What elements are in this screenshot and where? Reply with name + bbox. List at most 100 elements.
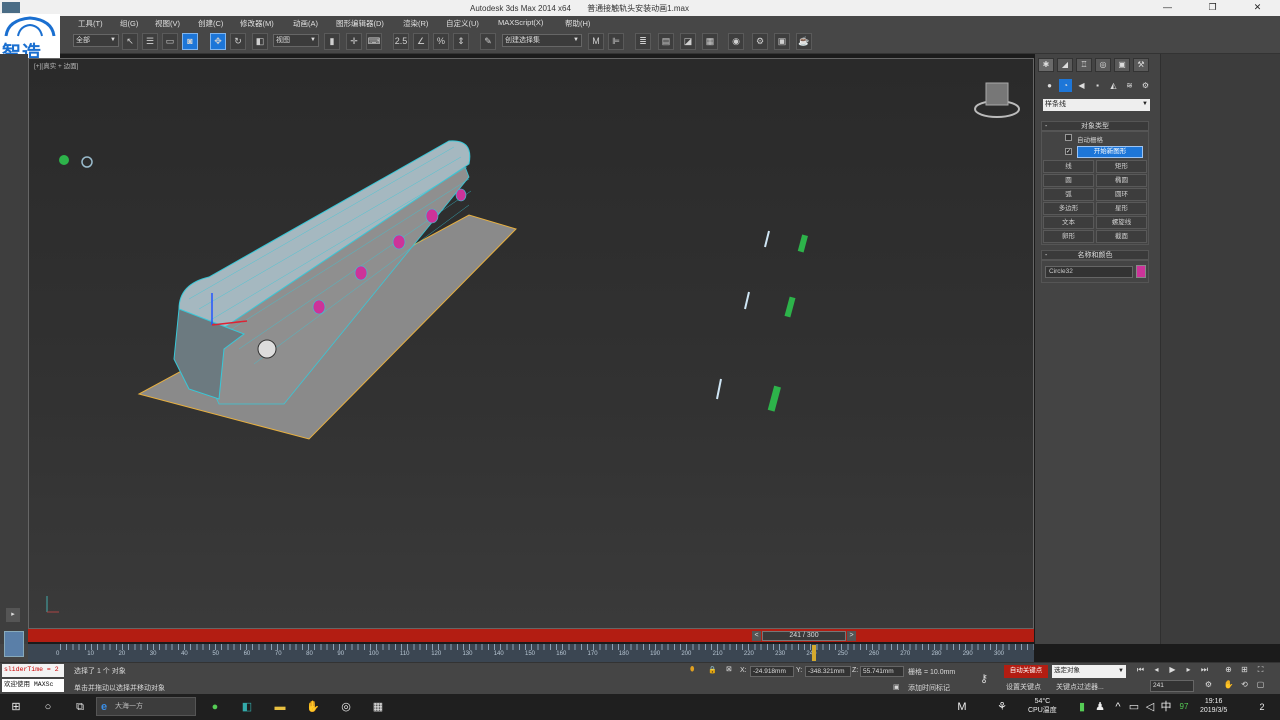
modify-tab-icon[interactable]: ◢ [1057,58,1073,72]
app-icon-red[interactable]: ✋ [303,698,323,716]
section-button[interactable]: 截面 [1096,230,1147,243]
circle-button[interactable]: 圆 [1043,174,1094,187]
bolt[interactable] [392,234,406,250]
start-new-shape-checkbox[interactable]: ✓ [1065,148,1072,155]
ellipse-button[interactable]: 椭圆 [1096,174,1147,187]
cameras-icon[interactable]: ▪ [1091,79,1104,92]
start-icon[interactable]: ⊞ [6,698,26,716]
star-button[interactable]: 星形 [1096,202,1147,215]
start-new-shape-button[interactable]: 开始新图形 [1077,146,1143,158]
manipulate-icon[interactable]: ✛ [346,33,362,50]
render-setup-icon[interactable]: ⚙ [752,33,768,50]
minimize-button[interactable]: — [1145,0,1190,16]
keyboard-shortcut-icon[interactable]: ⌨ [366,33,382,50]
file-explorer-icon[interactable]: ▬ [270,698,290,716]
bolt[interactable] [354,265,368,281]
text-button[interactable]: 文本 [1043,216,1094,229]
set-key-button[interactable]: 设置关键点 [1006,682,1041,692]
auto-grid-checkbox[interactable] [1065,134,1072,141]
maximize-viewport-icon[interactable]: ▢ [1254,679,1267,692]
maxscript-listener-line2[interactable]: 欢迎使用 MAXSc [2,679,64,692]
reference-coord-dropdown[interactable]: 视图 ▼ [273,34,319,47]
next-key-icon[interactable]: ▸ [1182,664,1195,677]
current-frame-field[interactable]: 241 [1150,680,1194,692]
video-app-icon[interactable]: ▦ [368,698,388,716]
user-icon[interactable]: ♟ [1090,698,1110,716]
y-coordinate-field[interactable]: -348.321mm [805,666,851,677]
zoom-extents-icon[interactable]: ⛶ [1254,664,1267,677]
app-icon[interactable] [2,2,20,13]
mirror-icon[interactable]: M [588,33,604,50]
tray-app-icon[interactable]: M [952,698,972,716]
z-coordinate-field[interactable]: 55.741mm [860,666,904,677]
add-time-tag[interactable]: 添加时间标记 [908,683,950,693]
next-frame-arrow-icon[interactable]: > [847,631,856,641]
bolt[interactable] [455,188,467,202]
prev-key-icon[interactable]: ◂ [1150,664,1163,677]
spinner-snap-icon[interactable]: ⇕ [453,33,469,50]
maxscript-listener-line1[interactable]: sliderTime = 2 [2,664,64,677]
current-frame-marker[interactable] [811,645,816,661]
pivot-center-icon[interactable]: ▮ [324,33,340,50]
absolute-mode-icon[interactable]: ⊠ [726,665,732,673]
menu-modifiers[interactable]: 修改器(M) [240,18,274,29]
play-icon[interactable]: ▶ [1166,664,1179,677]
lights-icon[interactable]: ◀ [1075,79,1088,92]
end-nut[interactable] [257,339,277,359]
zoom-all-icon[interactable]: ⊞ [1238,664,1251,677]
object-name-field[interactable]: Circle32 [1045,266,1133,278]
expand-arrow-icon[interactable]: ▸ [6,608,20,622]
taskbar-search-box[interactable]: e 大海一方 [96,697,196,716]
arc-button[interactable]: 弧 [1043,188,1094,201]
shapes-icon[interactable]: ◔ [1059,79,1072,92]
auto-key-button[interactable]: 自动关键点 [1004,665,1048,678]
window-crossing-icon[interactable]: ◙ [182,33,198,50]
camera-icon[interactable] [81,156,93,168]
create-tab-icon[interactable]: ✱ [1038,58,1054,72]
timeline-track[interactable]: 0 10 20 30 40 50 60 70 80 90 100 110 120 130 140 150 160… [28,644,1034,662]
snap-toggle-icon[interactable]: 2.5 [393,33,409,50]
angle-snap-icon[interactable]: ∠ [413,33,429,50]
select-object-icon[interactable]: ↖ [122,33,138,50]
line-button[interactable]: 线 [1043,160,1094,173]
time-config-icon[interactable]: ⚙ [1202,679,1215,692]
go-to-end-icon[interactable]: ⏭ [1198,664,1211,677]
donut-button[interactable]: 圆环 [1096,188,1147,201]
helix-button[interactable]: 螺旋线 [1096,216,1147,229]
time-tag-icon[interactable]: ▣ [893,683,900,691]
menu-help[interactable]: 帮助(H) [565,18,590,29]
edit-named-sets-icon[interactable]: ✎ [480,33,496,50]
render-teapot-icon[interactable]: ☕ [796,33,812,50]
ngon-button[interactable]: 多边形 [1043,202,1094,215]
helpers-icon[interactable]: ◭ [1107,79,1120,92]
graphite-ribbon-icon[interactable]: ▤ [658,33,674,50]
geometry-icon[interactable]: ● [1043,79,1056,92]
select-move-icon[interactable]: ✥ [210,33,226,50]
browser-icon[interactable]: ● [205,698,225,716]
spacewarps-icon[interactable]: ≋ [1123,79,1136,92]
mini-curve-editor-icon[interactable] [4,631,24,657]
object-type-rollout-header[interactable]: - 对象类型 [1041,121,1149,131]
prev-frame-arrow-icon[interactable]: < [752,631,761,641]
key-icon[interactable]: ⚷ [980,672,988,685]
menu-group[interactable]: 组(G) [120,18,138,29]
named-selection-dropdown[interactable]: 创建选择集 ▼ [502,34,582,47]
task-view-icon[interactable]: ⧉ [70,698,90,716]
object-color-swatch[interactable] [1136,265,1146,278]
close-button[interactable]: ✕ [1235,0,1280,16]
menu-graph-editors[interactable]: 图形编辑器(D) [336,18,384,29]
utilities-tab-icon[interactable]: ⚒ [1133,58,1149,72]
lock-icon[interactable]: 🔒 [708,666,717,674]
selection-filter-dropdown[interactable]: 全部 ▼ [73,34,119,47]
app-icon-circle[interactable]: ◎ [336,698,356,716]
motion-tab-icon[interactable]: ◎ [1095,58,1111,72]
light-icon[interactable] [59,155,69,165]
orbit-icon[interactable]: ⟲ [1238,679,1251,692]
small-bolt[interactable] [744,291,750,310]
notification-icon[interactable]: 2 [1252,698,1272,716]
hierarchy-tab-icon[interactable]: ♖ [1076,58,1092,72]
green-spring[interactable] [767,385,781,412]
maximize-button[interactable]: ❐ [1190,0,1235,16]
bolt[interactable] [312,299,326,315]
rendered-frame-icon[interactable]: ▣ [774,33,790,50]
